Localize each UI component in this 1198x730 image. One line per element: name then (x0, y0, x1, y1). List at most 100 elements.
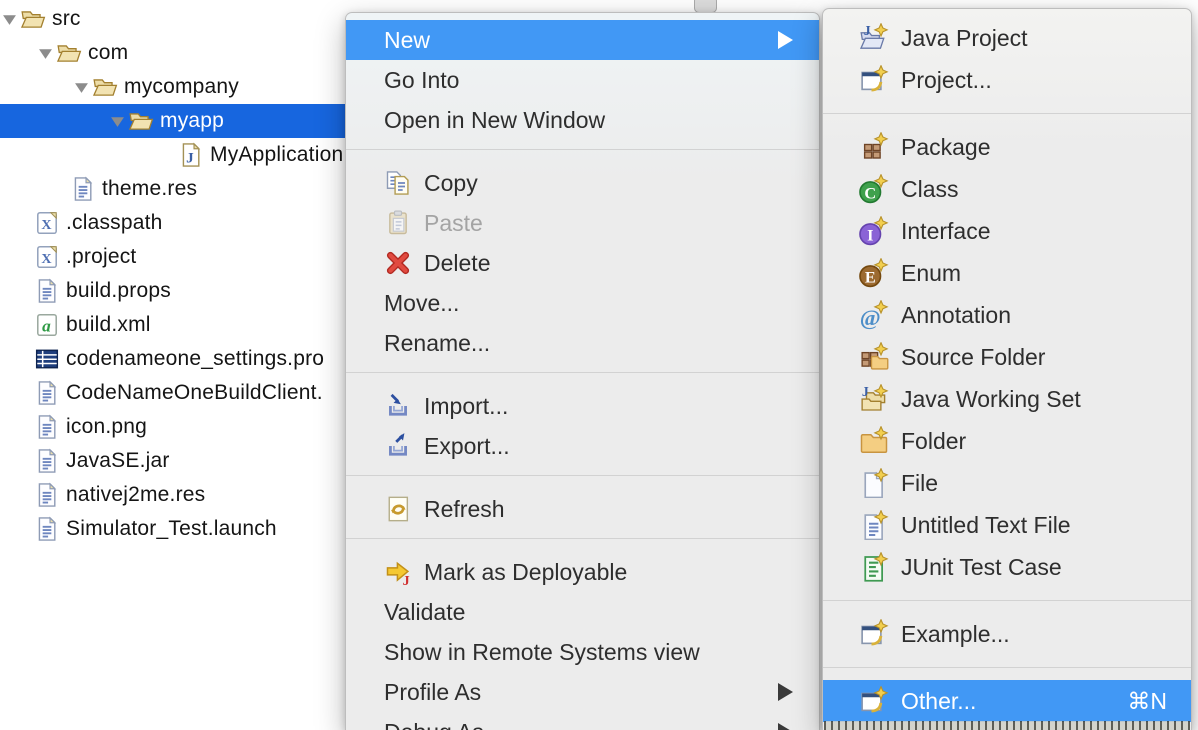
menu-item-import[interactable]: Import... (346, 386, 819, 426)
submenu-arrow-icon (778, 31, 793, 49)
tree-item-simulator-test-launch[interactable]: Simulator_Test.launch (0, 512, 345, 546)
expander-triangle-icon[interactable] (74, 81, 92, 94)
menu-item-java-working-set[interactable]: JJava Working Set (823, 378, 1191, 420)
menu-item-label: Untitled Text File (901, 512, 1071, 539)
text-file-icon (34, 278, 60, 304)
menu-item-copy[interactable]: Copy (346, 163, 819, 203)
svg-text:J: J (403, 574, 410, 586)
new-file-icon (859, 468, 889, 498)
tree-item-label: nativej2me.res (66, 483, 205, 507)
properties-file-icon (34, 346, 60, 372)
new-java-project-icon: J (859, 23, 889, 53)
eclipse-package-explorer-context-menus: srccommycompanymyappJMyApplication.theme… (0, 0, 1198, 730)
tree-item-myapp[interactable]: myapp (0, 104, 345, 138)
menu-item-delete[interactable]: Delete (346, 243, 819, 283)
menu-item-source-folder[interactable]: Source Folder (823, 336, 1191, 378)
tree-item-nativej2me-res[interactable]: nativej2me.res (0, 478, 345, 512)
menu-item-file[interactable]: File (823, 462, 1191, 504)
new-untitled-text-file-icon (859, 510, 889, 540)
text-file-icon (34, 448, 60, 474)
menu-separator (823, 600, 1191, 601)
menu-item-go-into[interactable]: Go Into (346, 60, 819, 100)
new-example-wizard-icon (859, 619, 889, 649)
menu-item-class[interactable]: C Class (823, 168, 1191, 210)
menu-item-refresh[interactable]: Refresh (346, 489, 819, 529)
menu-item-validate[interactable]: Validate (346, 592, 819, 632)
menu-item-example[interactable]: Example... (823, 613, 1191, 655)
menu-item-rename[interactable]: Rename... (346, 323, 819, 363)
tree-item-javase-jar[interactable]: JavaSE.jar (0, 444, 345, 478)
paste-icon (384, 209, 412, 237)
new-junit-test-case-icon (859, 552, 889, 582)
text-file-icon (34, 414, 60, 440)
menu-item-mark-as-deployable[interactable]: J Mark as Deployable (346, 552, 819, 592)
tree-item-label: src (52, 7, 81, 31)
menu-item-label: Rename... (384, 330, 490, 357)
tree-item-classpath[interactable]: X.classpath (0, 206, 345, 240)
open-folder-icon (128, 108, 154, 134)
new-interface-icon: I (859, 216, 889, 246)
menu-item-label: Copy (424, 170, 478, 197)
expander-triangle-icon[interactable] (38, 47, 56, 60)
menu-item-enum[interactable]: EEnum (823, 252, 1191, 294)
menu-item-label: Import... (424, 393, 508, 420)
menu-item-label: Other... (901, 688, 976, 715)
tree-item-label: codenameone_settings.pro (66, 347, 324, 371)
submenu-arrow-icon (778, 723, 793, 730)
expander-triangle-icon[interactable] (2, 13, 20, 26)
tree-item-label: MyApplication. (210, 143, 345, 167)
tree-item-label: mycompany (124, 75, 239, 99)
tree-item-build-props[interactable]: build.props (0, 274, 345, 308)
menu-item-package[interactable]: Package (823, 126, 1191, 168)
tree-item-codenameone-settings-pro[interactable]: codenameone_settings.pro (0, 342, 345, 376)
menu-item-export[interactable]: Export... (346, 426, 819, 466)
tree-item-project[interactable]: X.project (0, 240, 345, 274)
submenu-arrow-icon (778, 683, 793, 701)
menu-item-label: Enum (901, 260, 961, 287)
copy-icon (384, 169, 412, 197)
tree-item-build-xml[interactable]: abuild.xml (0, 308, 345, 342)
menu-item-label: Class (901, 176, 959, 203)
tree-item-label: Simulator_Test.launch (66, 517, 277, 541)
svg-text:X: X (41, 217, 51, 233)
tree-item-label: theme.res (102, 177, 197, 201)
svg-text:J: J (864, 23, 871, 38)
menu-item-annotation[interactable]: @Annotation (823, 294, 1191, 336)
tree-item-label: icon.png (66, 415, 147, 439)
new-project-wizard-icon (859, 65, 889, 95)
menu-item-label: Mark as Deployable (424, 559, 627, 586)
menu-item-label: Debug As (384, 719, 484, 730)
tree-item-icon-png[interactable]: icon.png (0, 410, 345, 444)
menu-item-label: Paste (424, 210, 483, 237)
menu-item-label: Folder (901, 428, 966, 455)
menu-item-project[interactable]: Project... (823, 59, 1191, 101)
tree-item-src[interactable]: src (0, 2, 345, 36)
menu-item-profile-as[interactable]: Profile As (346, 672, 819, 712)
menu-item-untitled-text-file[interactable]: Untitled Text File (823, 504, 1191, 546)
menu-item-folder[interactable]: Folder (823, 420, 1191, 462)
menu-item-new[interactable]: New (346, 20, 819, 60)
tree-item-com[interactable]: com (0, 36, 345, 70)
menu-item-label: Delete (424, 250, 490, 277)
menu-separator (346, 372, 819, 373)
tree-item-theme-res[interactable]: theme.res (0, 172, 345, 206)
expander-triangle-icon[interactable] (110, 115, 128, 128)
menu-item-show-in-remote-systems-view[interactable]: Show in Remote Systems view (346, 632, 819, 672)
menu-item-debug-as[interactable]: Debug As (346, 712, 819, 730)
menu-item-label: JUnit Test Case (901, 554, 1062, 581)
menu-item-move[interactable]: Move... (346, 283, 819, 323)
tree-item-myapplication[interactable]: JMyApplication. (0, 138, 345, 172)
menu-item-open-in-new-window[interactable]: Open in New Window (346, 100, 819, 140)
text-file-icon (34, 516, 60, 542)
menu-item-interface[interactable]: IInterface (823, 210, 1191, 252)
svg-text:C: C (864, 184, 876, 202)
menu-item-label: Refresh (424, 496, 505, 523)
menu-item-junit-test-case[interactable]: JUnit Test Case (823, 546, 1191, 588)
menu-item-other[interactable]: Other...⌘N (823, 680, 1191, 722)
menu-separator (823, 113, 1191, 114)
tree-item-mycompany[interactable]: mycompany (0, 70, 345, 104)
tree-item-codenameonebuildclient[interactable]: CodeNameOneBuildClient. (0, 376, 345, 410)
menu-item-java-project[interactable]: J Java Project (823, 17, 1191, 59)
menu-item-label: Show in Remote Systems view (384, 639, 700, 666)
menu-item-label: Java Project (901, 25, 1028, 52)
